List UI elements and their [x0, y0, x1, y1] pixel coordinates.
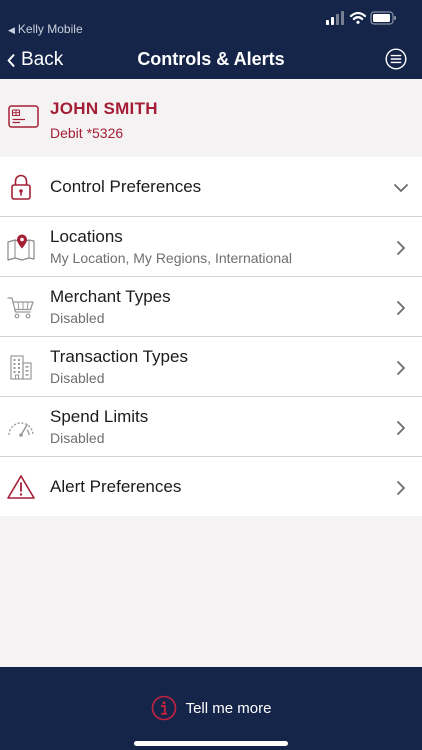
row-title: Transaction Types	[50, 347, 188, 366]
row-title: Spend Limits	[50, 407, 149, 426]
home-indicator[interactable]	[134, 741, 288, 746]
chevron-right-icon	[397, 301, 405, 315]
card-account-number: Debit *5326	[50, 125, 124, 141]
app-header: ◀ Kelly Mobile Back Controls & Alerts	[0, 0, 422, 79]
list-item-spend-limits[interactable]: Spend Limits Disabled	[0, 397, 422, 457]
row-subtitle: Disabled	[50, 310, 105, 326]
page-title: Controls & Alerts	[137, 49, 285, 69]
list-item-transaction-types[interactable]: Transaction Types Disabled	[0, 337, 422, 397]
carrier-name: Kelly Mobile	[17, 22, 83, 36]
row-subtitle: My Location, My Regions, International	[50, 250, 293, 266]
chevron-right-icon	[397, 361, 405, 375]
wifi-icon	[349, 11, 367, 24]
card-summary: JOHN SMITH Debit *5326	[0, 79, 422, 157]
nav-bar: Back Controls & Alerts	[0, 40, 422, 79]
chevron-down-icon	[394, 184, 408, 192]
list-item-locations[interactable]: Locations My Location, My Regions, Inter…	[0, 217, 422, 277]
lock-icon	[5, 171, 37, 203]
signal-icon	[326, 11, 344, 25]
list-item-merchant-types[interactable]: Merchant Types Disabled	[0, 277, 422, 337]
hamburger-circle-icon[interactable]	[385, 48, 407, 70]
speedometer-icon	[5, 411, 37, 443]
footer-bar: Tell me more	[0, 667, 422, 750]
tell-me-more-button[interactable]: Tell me more	[0, 695, 422, 721]
row-title: Control Preferences	[50, 177, 202, 196]
list-item-control-preferences[interactable]: Control Preferences	[0, 157, 422, 217]
carrier-back-link[interactable]: ◀ Kelly Mobile	[8, 22, 83, 36]
card-holder-name: JOHN SMITH	[50, 99, 158, 118]
buildings-icon	[5, 351, 37, 383]
row-title: Alert Preferences	[50, 477, 182, 496]
map-pin-icon	[5, 231, 37, 263]
info-circle-icon	[151, 695, 176, 721]
credit-card-icon	[8, 105, 39, 128]
row-subtitle: Disabled	[50, 430, 105, 446]
row-title: Merchant Types	[50, 287, 171, 306]
chevron-right-icon	[397, 241, 405, 255]
chevron-right-icon	[397, 421, 405, 435]
back-to-app-icon: ◀	[8, 25, 15, 35]
list-item-alert-preferences[interactable]: Alert Preferences	[0, 457, 422, 517]
row-subtitle: Disabled	[50, 370, 105, 386]
chevron-right-icon	[397, 481, 405, 495]
warning-triangle-icon	[5, 471, 37, 503]
settings-list: Control Preferences Locations My Locatio…	[0, 157, 422, 516]
shopping-cart-icon	[5, 291, 37, 323]
tell-me-more-label: Tell me more	[185, 699, 272, 717]
battery-icon	[370, 11, 396, 25]
row-title: Locations	[50, 227, 123, 246]
status-icons	[326, 11, 396, 25]
status-bar: ◀ Kelly Mobile	[0, 0, 422, 40]
